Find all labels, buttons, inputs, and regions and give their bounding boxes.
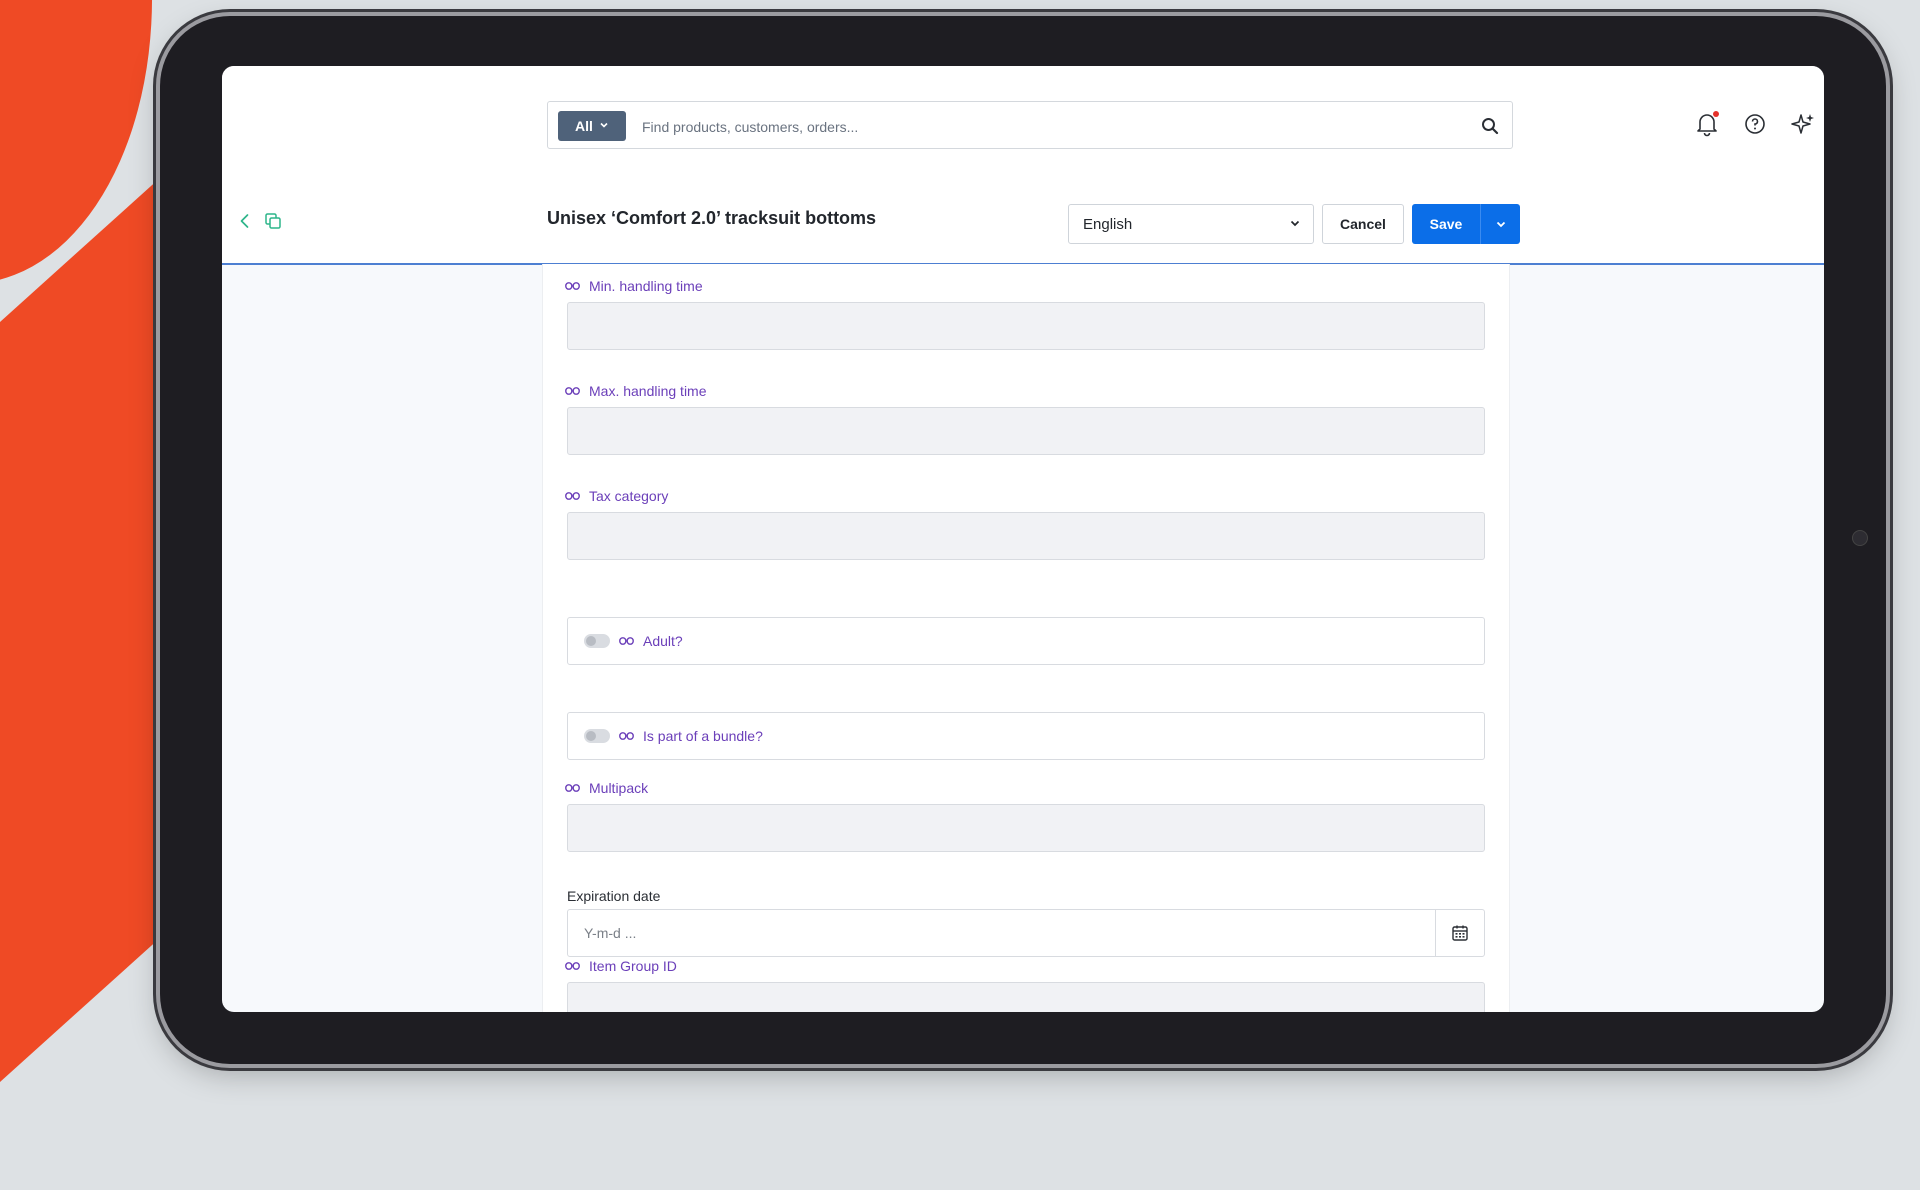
tax-category-input[interactable]	[567, 512, 1485, 560]
bundle-toggle[interactable]	[584, 729, 610, 743]
inherit-link-icon	[565, 784, 580, 792]
field-label-text: Tax category	[589, 488, 669, 504]
camera-dot	[1852, 530, 1868, 546]
app-screen: All Find products, customers, orders... …	[222, 66, 1824, 1012]
search-input[interactable]	[640, 110, 1444, 144]
global-search: All	[547, 101, 1513, 149]
max-handling-time-input[interactable]	[567, 407, 1485, 455]
bundle-toggle-row: Is part of a bundle?	[567, 712, 1485, 760]
calendar-button[interactable]	[1435, 910, 1484, 956]
editor-header: Unisex ‘Comfort 2.0’ tracksuit bottoms E…	[222, 182, 1824, 265]
max-handling-time-label: Max. handling time	[565, 383, 707, 399]
inherit-link-icon	[619, 732, 634, 740]
field-label-text: Item Group ID	[589, 958, 677, 974]
multipack-input[interactable]	[567, 804, 1485, 852]
notification-dot	[1713, 111, 1719, 117]
adult-label: Adult?	[643, 633, 683, 649]
field-label-text: Min. handling time	[589, 278, 703, 294]
top-actions	[1694, 66, 1824, 182]
field-label-text: Multipack	[589, 780, 649, 796]
search-scope-label: All	[575, 118, 593, 134]
tablet-frame: All Find products, customers, orders... …	[160, 16, 1886, 1064]
expiration-date-label: Expiration date	[567, 888, 661, 904]
copy-icon[interactable]	[264, 212, 282, 230]
adult-toggle-row: Adult?	[567, 617, 1485, 665]
multipack-label: Multipack	[565, 780, 648, 796]
bell-icon[interactable]	[1694, 111, 1720, 137]
back-arrow-icon[interactable]	[236, 212, 254, 230]
help-icon[interactable]	[1742, 111, 1768, 137]
chevron-down-icon	[599, 120, 609, 133]
chevron-down-icon	[1289, 216, 1301, 233]
chevron-down-icon	[1496, 221, 1505, 228]
page-title: Unisex ‘Comfort 2.0’ tracksuit bottoms	[547, 208, 877, 228]
inherit-link-icon	[619, 637, 634, 645]
expiration-date-field	[567, 909, 1485, 957]
calendar-icon	[1452, 925, 1468, 941]
tax-category-label: Tax category	[565, 488, 668, 504]
item-group-id-input[interactable]	[567, 982, 1485, 1012]
inherit-link-icon	[565, 962, 580, 970]
bundle-label: Is part of a bundle?	[643, 728, 763, 744]
save-button[interactable]: Save	[1412, 204, 1481, 244]
save-options-toggle[interactable]	[1481, 204, 1520, 244]
sparkle-icon[interactable]	[1790, 111, 1816, 137]
adult-toggle[interactable]	[584, 634, 610, 648]
min-handling-time-label: Min. handling time	[565, 278, 703, 294]
min-handling-time-input[interactable]	[567, 302, 1485, 350]
search-scope-dropdown[interactable]: All	[558, 111, 626, 141]
language-select-value: English	[1083, 215, 1133, 233]
language-select[interactable]: English	[1068, 204, 1314, 244]
product-form-panel: Min. handling time Max. handling time Ta…	[542, 264, 1510, 1012]
cancel-button[interactable]: Cancel	[1322, 204, 1404, 244]
inherit-link-icon	[565, 387, 580, 395]
inherit-link-icon	[565, 492, 580, 500]
search-icon[interactable]	[1480, 116, 1500, 136]
save-button-group: Save	[1412, 204, 1520, 244]
expiration-date-input[interactable]	[568, 910, 1435, 956]
item-group-id-label: Item Group ID	[565, 958, 677, 974]
top-bar: All	[222, 66, 1824, 183]
field-label-text: Max. handling time	[589, 383, 707, 399]
inherit-link-icon	[565, 282, 580, 290]
